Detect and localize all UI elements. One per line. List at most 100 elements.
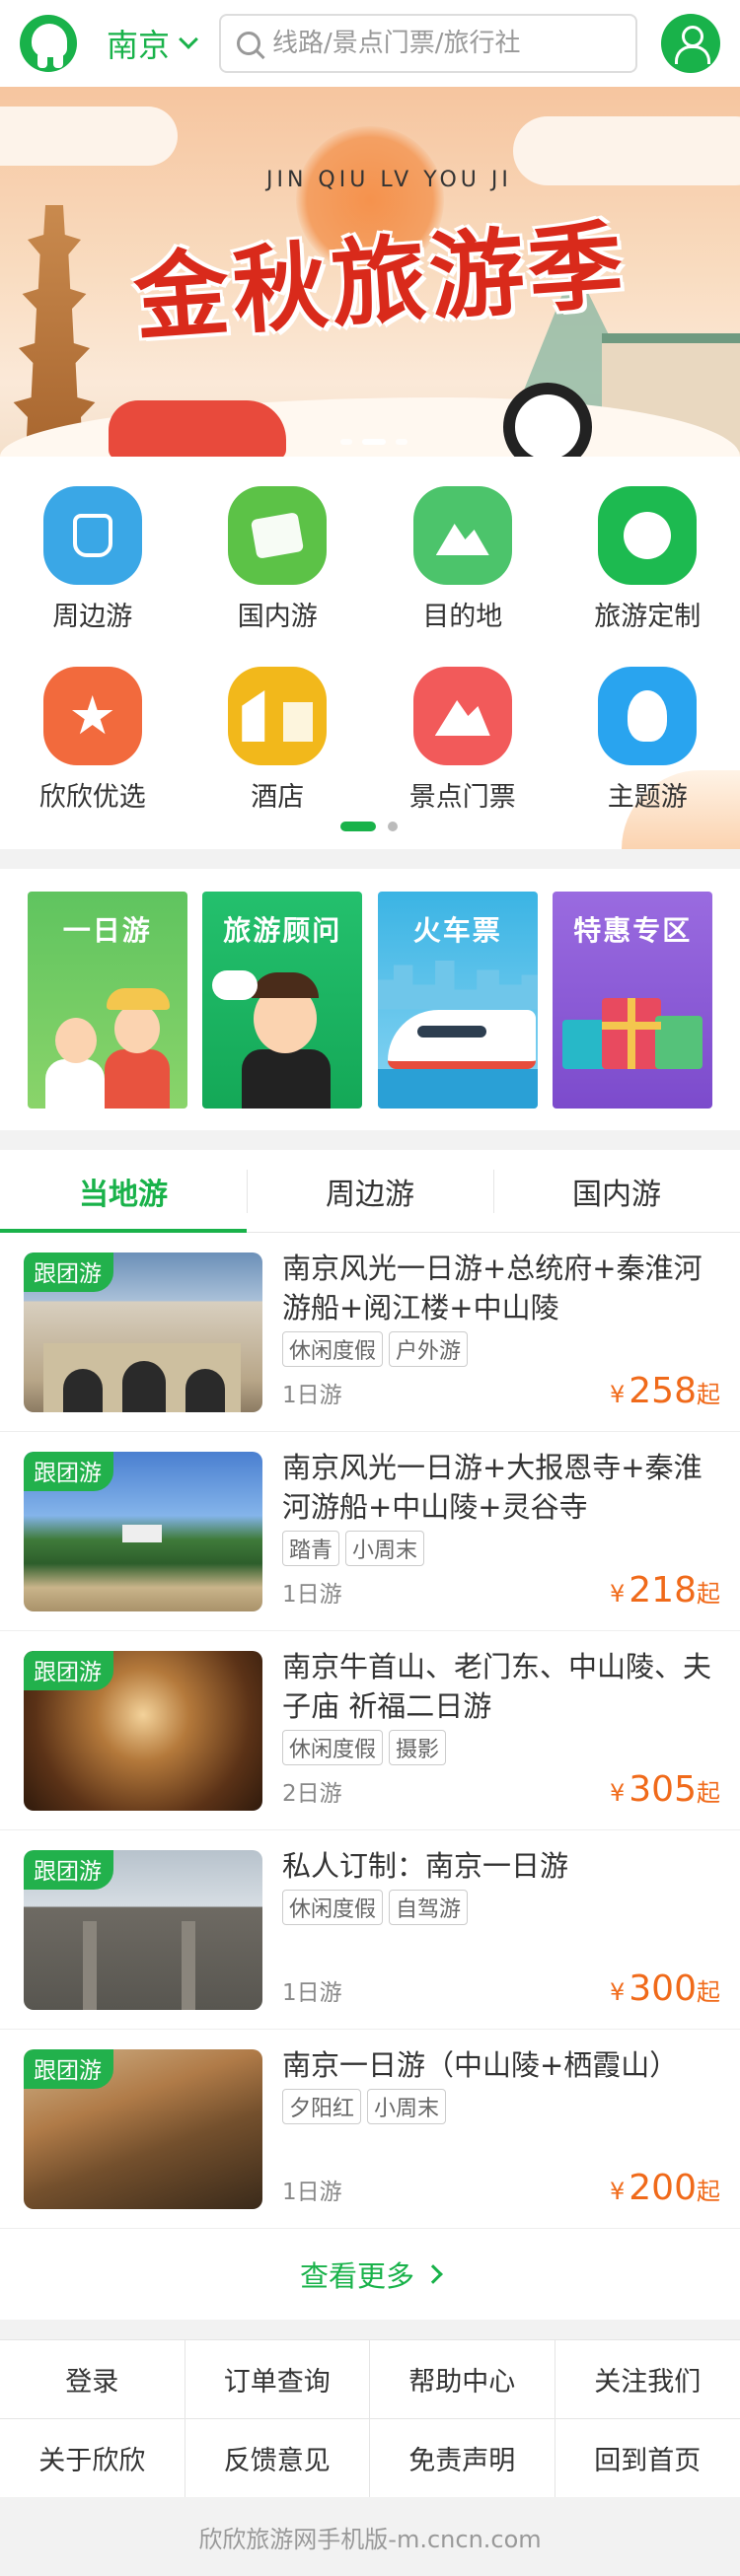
- top-header: 南京: [0, 0, 740, 87]
- footer-link-follow[interactable]: 关注我们: [555, 2340, 740, 2419]
- category-label: 周边游: [52, 602, 133, 632]
- pagoda-illustration: [13, 205, 96, 452]
- star-icon: ★: [42, 667, 142, 765]
- category-label: 欣欣优选: [38, 782, 146, 813]
- promo-day-trip[interactable]: 一日游: [27, 891, 187, 1109]
- product-tag: 夕阳红: [282, 2089, 362, 2124]
- category-tickets[interactable]: 景点门票: [370, 667, 555, 814]
- category-selection[interactable]: ★ 欣欣优选: [0, 667, 185, 814]
- product-price: ¥ 200 起: [610, 2168, 720, 2208]
- promo-travel-advisor[interactable]: 旅游顾问: [202, 891, 363, 1109]
- trip-duration: 1日游: [282, 1383, 342, 1408]
- building-icon: [228, 667, 328, 765]
- category-pagination: [340, 822, 398, 831]
- promo-label: 旅游顾问: [223, 913, 342, 947]
- product-tag: 踏青: [282, 1531, 340, 1566]
- product-title: 南京牛首山、老门东、中山陵、夫子庙 祈福二日游: [282, 1650, 712, 1723]
- category-label: 主题游: [607, 782, 688, 813]
- footer-link-feedback[interactable]: 反馈意见: [185, 2419, 370, 2498]
- search-input[interactable]: [272, 29, 621, 58]
- tab-domestic[interactable]: 国内游: [493, 1150, 740, 1232]
- train-icon: [387, 1009, 536, 1069]
- product-tag: 自驾游: [389, 1890, 469, 1925]
- plane-ticket-icon: [228, 486, 328, 585]
- product-tag: 休闲度假: [282, 1890, 384, 1925]
- price-currency: ¥: [610, 1978, 626, 2006]
- product-image: 跟团游: [24, 1651, 262, 1811]
- category-theme[interactable]: 主题游: [555, 667, 740, 814]
- category-grid: 周边游 国内游 目的地 旅游定制 ★ 欣欣优选 酒店 景点门票 主题游: [0, 457, 740, 849]
- category-label: 景点门票: [408, 782, 516, 813]
- view-more-button[interactable]: 查看更多: [0, 2229, 740, 2320]
- city-selector[interactable]: 南京: [107, 21, 198, 66]
- footer-link-login[interactable]: 登录: [0, 2340, 185, 2419]
- category-label: 酒店: [251, 782, 305, 813]
- product-image: 跟团游: [24, 2049, 262, 2209]
- promo-banner[interactable]: JIN QIU LV YOU JI 金秋旅游季: [0, 87, 740, 457]
- category-label: 旅游定制: [594, 602, 702, 632]
- promo-tiles: 一日游 旅游顾问 火车票 特惠专区: [0, 869, 740, 1130]
- promo-special-offers[interactable]: 特惠专区: [553, 891, 713, 1109]
- price-suffix: 起: [697, 1978, 720, 2006]
- product-tag: 小周末: [345, 1531, 425, 1566]
- tour-type-badge: 跟团游: [24, 1850, 113, 1890]
- car-illustration: [109, 400, 286, 457]
- category-label: 目的地: [422, 602, 503, 632]
- trip-duration: 1日游: [282, 1582, 342, 1608]
- category-destination[interactable]: 目的地: [370, 486, 555, 633]
- elephant-logo-icon[interactable]: [20, 15, 77, 72]
- list-item[interactable]: 跟团游 私人订制：南京一日游 休闲度假 自驾游 1日游 ¥ 300 起: [0, 1830, 740, 2030]
- trip-duration: 1日游: [282, 1980, 342, 2006]
- category-hotel[interactable]: 酒店: [185, 667, 371, 814]
- footer-link-orders[interactable]: 订单查询: [185, 2340, 370, 2419]
- list-item[interactable]: 跟团游 南京牛首山、老门东、中山陵、夫子庙 祈福二日游 休闲度假 摄影 2日游 …: [0, 1631, 740, 1830]
- category-nearby[interactable]: 周边游: [0, 486, 185, 633]
- backpack-icon: [42, 486, 142, 585]
- price-value: 200: [629, 2168, 697, 2208]
- price-suffix: 起: [697, 1580, 720, 1608]
- category-label: 国内游: [237, 602, 318, 632]
- search-icon: [237, 32, 261, 55]
- promo-train-ticket[interactable]: 火车票: [377, 891, 538, 1109]
- footer-link-help[interactable]: 帮助中心: [370, 2340, 555, 2419]
- product-image: 跟团游: [24, 1850, 262, 2010]
- price-suffix: 起: [697, 1779, 720, 1807]
- product-title: 私人订制：南京一日游: [282, 1849, 569, 1883]
- promo-label: 火车票: [412, 913, 502, 947]
- user-icon[interactable]: [661, 14, 720, 73]
- price-value: 305: [629, 1769, 697, 1810]
- face-icon: [598, 486, 698, 585]
- footer-link-home[interactable]: 回到首页: [555, 2419, 740, 2498]
- product-price: ¥ 218 起: [610, 1570, 720, 1610]
- view-more-label: 查看更多: [299, 2259, 414, 2293]
- price-currency: ¥: [610, 1779, 626, 1807]
- search-box[interactable]: [219, 14, 638, 73]
- footer-link-disclaimer[interactable]: 免责声明: [370, 2419, 555, 2498]
- price-value: 300: [629, 1968, 697, 2009]
- price-currency: ¥: [610, 2178, 626, 2205]
- tab-nearby[interactable]: 周边游: [247, 1150, 493, 1232]
- product-title: 南京风光一日游+大报恩寺+秦淮河游船+中山陵+灵谷寺: [282, 1451, 703, 1524]
- price-value: 258: [629, 1371, 697, 1411]
- product-tabs: 当地游 周边游 国内游: [0, 1150, 740, 1233]
- copyright-text: 欣欣旅游网手机版-m.cncn.com: [0, 2497, 740, 2576]
- product-price: ¥ 300 起: [610, 1968, 720, 2009]
- category-custom[interactable]: 旅游定制: [555, 486, 740, 633]
- price-suffix: 起: [697, 1381, 720, 1408]
- tab-local[interactable]: 当地游: [0, 1150, 247, 1233]
- product-tag: 休闲度假: [282, 1331, 384, 1367]
- product-price: ¥ 258 起: [610, 1371, 720, 1411]
- tour-type-badge: 跟团游: [24, 2049, 113, 2089]
- product-tag: 摄影: [389, 1730, 447, 1765]
- list-item[interactable]: 跟团游 南京风光一日游+总统府+秦淮河游船+阅江楼+中山陵 休闲度假 户外游 1…: [0, 1233, 740, 1432]
- list-item[interactable]: 跟团游 南京风光一日游+大报恩寺+秦淮河游船+中山陵+灵谷寺 踏青 小周末 1日…: [0, 1432, 740, 1631]
- trip-duration: 2日游: [282, 1781, 342, 1807]
- chevron-down-icon: [179, 30, 198, 49]
- map-pin-icon: [412, 486, 512, 585]
- list-item[interactable]: 跟团游 南京一日游（中山陵+栖霞山） 夕阳红 小周末 1日游 ¥ 200 起: [0, 2030, 740, 2229]
- category-domestic[interactable]: 国内游: [185, 486, 371, 633]
- product-tag: 户外游: [389, 1331, 469, 1367]
- mountain-icon: [412, 667, 512, 765]
- footer-link-about[interactable]: 关于欣欣: [0, 2419, 185, 2498]
- product-image: 跟团游: [24, 1252, 262, 1412]
